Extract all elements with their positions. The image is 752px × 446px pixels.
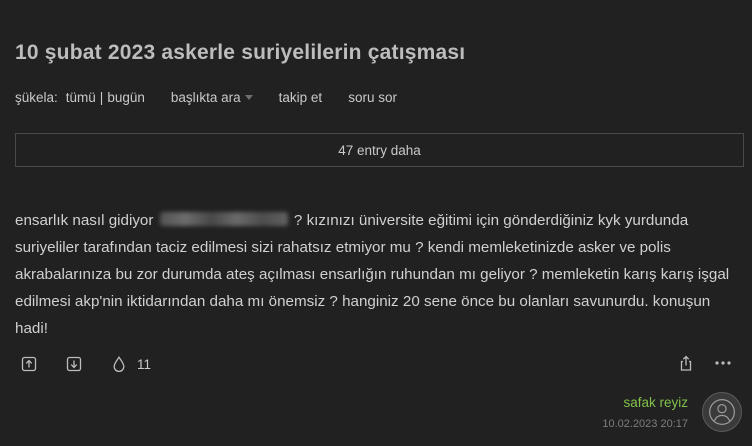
more-entries-label: 47 entry daha: [338, 142, 421, 158]
sukela-all-link[interactable]: tümü: [66, 90, 96, 105]
upvote-icon[interactable]: [20, 355, 38, 373]
topic-toolbar: şükela: tümü | bugün başlıkta ara takip …: [15, 88, 397, 106]
topic-title[interactable]: 10 şubat 2023 askerle suriyelilerin çatı…: [15, 41, 465, 65]
blurred-mention: [159, 212, 288, 226]
caret-down-icon: [244, 94, 253, 100]
more-entries-button[interactable]: 47 entry daha: [15, 133, 744, 167]
favorite-count[interactable]: 11: [137, 357, 151, 372]
author-link[interactable]: safak reyiz: [623, 395, 688, 410]
favorite-drop-icon[interactable]: [110, 355, 128, 373]
search-in-topic-dropdown[interactable]: başlıkta ara: [171, 90, 253, 105]
sukela-label: şükela:: [15, 89, 58, 105]
entry-actions: 11: [20, 354, 151, 374]
downvote-icon[interactable]: [65, 355, 83, 373]
user-icon: [709, 399, 735, 425]
entry-date[interactable]: 10.02.2023 20:17: [602, 418, 688, 430]
entry-content: ensarlık nasıl gidiyor ? kızınızı üniver…: [15, 207, 737, 342]
follow-link[interactable]: takip et: [279, 90, 323, 105]
search-in-topic-label: başlıkta ara: [170, 89, 241, 105]
ask-question-link[interactable]: soru sor: [348, 90, 397, 105]
entry-text-start: ensarlık nasıl gidiyor: [15, 212, 154, 229]
entry-text-rest: ? kızınızı üniversite eğitimi için gönde…: [15, 212, 730, 337]
more-options-icon[interactable]: [712, 354, 734, 372]
share-icon[interactable]: [677, 354, 695, 372]
sukela-separator: |: [99, 89, 104, 105]
sukela-today-link[interactable]: bugün: [107, 90, 145, 105]
author-avatar[interactable]: [702, 392, 742, 432]
